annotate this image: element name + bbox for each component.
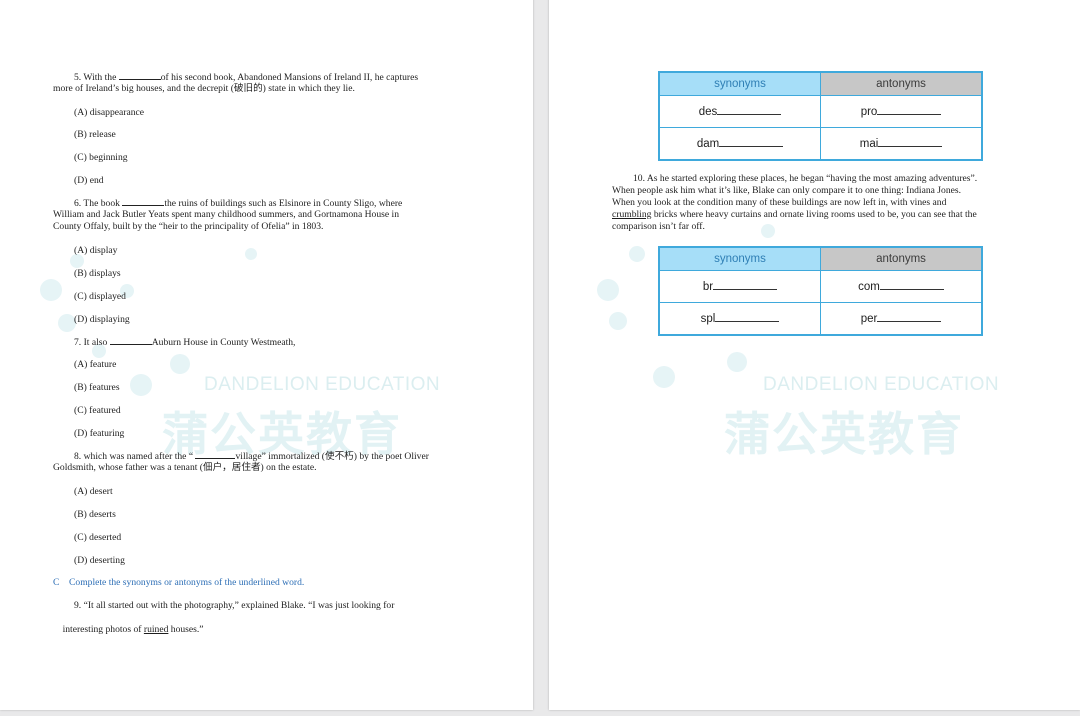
- watermark-dot: [170, 354, 190, 374]
- question-10-line3: When you look at the condition many of t…: [612, 197, 947, 208]
- synonym-antonym-table-1: synonyms antonyms des pro dam mai: [658, 71, 983, 161]
- option-7d[interactable]: (D) featuring: [74, 428, 124, 439]
- option-7a[interactable]: (A) feature: [74, 359, 116, 370]
- question-6-line3: County Offaly, built by the “heir to the…: [53, 221, 324, 232]
- watermark-dot: [597, 279, 619, 301]
- watermark-dot: [727, 352, 747, 372]
- table-cell[interactable]: com: [820, 270, 983, 303]
- question-10-line4: crumbling bricks where heavy curtains an…: [612, 209, 977, 220]
- question-10-line1: 10. As he started exploring these places…: [633, 173, 978, 184]
- table-cell[interactable]: br: [658, 270, 821, 303]
- underlined-word-crumbling: crumbling: [612, 209, 652, 220]
- answer-blank: [195, 450, 236, 459]
- watermark-en: DANDELION EDUCATION: [763, 374, 1000, 395]
- watermark-dot: [245, 248, 257, 260]
- answer-blank: [118, 71, 161, 80]
- question-8-line2: Goldsmith, whose father was a tenant (佃户…: [53, 462, 317, 473]
- option-8b[interactable]: (B) deserts: [74, 509, 116, 520]
- watermark-dot: [70, 254, 84, 268]
- question-10-line2: When people ask him what it’s like, Blak…: [612, 185, 962, 196]
- watermark-cn: 蒲公英教育: [724, 407, 964, 461]
- question-10-line5: comparison isn’t far off.: [612, 221, 705, 232]
- answer-blank: [109, 336, 152, 345]
- watermark-dot: [629, 246, 645, 262]
- option-8d[interactable]: (D) deserting: [74, 555, 125, 566]
- option-6c[interactable]: (C) displayed: [74, 291, 126, 302]
- option-5b[interactable]: (B) release: [74, 129, 116, 140]
- table-cell[interactable]: mai: [820, 127, 983, 161]
- watermark-dot: [609, 312, 627, 330]
- option-8c[interactable]: (C) deserted: [74, 532, 121, 543]
- table-header-antonyms: antonyms: [820, 71, 983, 96]
- underlined-word-ruined: ruined: [143, 624, 169, 636]
- table-cell[interactable]: pro: [820, 95, 983, 128]
- question-7-line1: 7. It also Auburn House in County Westme…: [74, 336, 296, 348]
- question-6-line2: William and Jack Butler Yeats spent many…: [53, 209, 399, 220]
- table-cell[interactable]: dam: [658, 127, 821, 161]
- watermark-dot: [761, 224, 775, 238]
- question-5-line2: more of Ireland’s big houses, and the de…: [53, 83, 355, 94]
- section-c-instruction: C Complete the synonyms or antonyms of t…: [53, 577, 305, 588]
- option-7c[interactable]: (C) featured: [74, 405, 121, 416]
- option-8a[interactable]: (A) desert: [74, 486, 113, 497]
- table-header-synonyms: synonyms: [658, 71, 821, 96]
- table-header-antonyms: antonyms: [820, 246, 983, 271]
- table-cell[interactable]: spl: [658, 302, 821, 336]
- watermark-dot: [130, 374, 152, 396]
- option-7b[interactable]: (B) features: [74, 382, 120, 393]
- table-cell[interactable]: per: [820, 302, 983, 336]
- answer-blank: [122, 197, 165, 206]
- synonym-antonym-table-2: synonyms antonyms br com spl per: [658, 246, 983, 336]
- question-9-line2: interesting photos of ruined houses.”: [62, 624, 204, 636]
- option-6a[interactable]: (A) display: [74, 245, 117, 256]
- document-page-left: DANDELION EDUCATION 蒲公英教育 5. With the of…: [0, 0, 533, 710]
- option-5a[interactable]: (A) disappearance: [74, 107, 144, 118]
- table-header-synonyms: synonyms: [658, 246, 821, 271]
- question-9-line1: 9. “It all started out with the photogra…: [74, 600, 395, 611]
- option-6d[interactable]: (D) displaying: [74, 314, 130, 325]
- option-5d[interactable]: (D) end: [74, 175, 104, 186]
- watermark-en: DANDELION EDUCATION: [204, 374, 441, 395]
- option-5c[interactable]: (C) beginning: [74, 152, 128, 163]
- watermark-dot: [653, 366, 675, 388]
- table-cell[interactable]: des: [658, 95, 821, 128]
- option-6b[interactable]: (B) displays: [74, 268, 121, 279]
- document-page-right: DANDELION EDUCATION 蒲公英教育 synonyms anton…: [549, 0, 1080, 710]
- watermark-dot: [40, 279, 62, 301]
